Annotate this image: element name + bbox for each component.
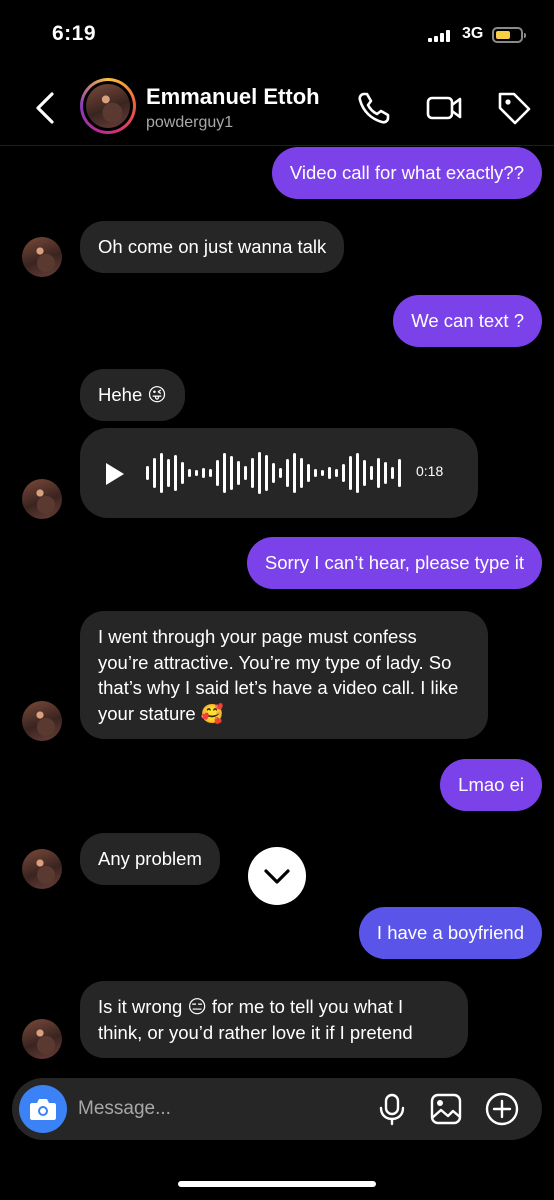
waveform	[146, 452, 401, 494]
waveform-bar	[146, 466, 149, 480]
waveform-bar	[160, 453, 163, 493]
waveform-bar	[216, 460, 219, 486]
waveform-bar	[181, 462, 184, 484]
waveform-bar	[293, 453, 296, 493]
waveform-bar	[286, 459, 289, 487]
waveform-bar	[230, 456, 233, 490]
waveform-bar	[202, 468, 205, 478]
play-icon[interactable]	[104, 461, 126, 487]
voice-message[interactable]: 0:18	[80, 428, 478, 518]
waveform-bar	[328, 467, 331, 479]
waveform-bar	[167, 459, 170, 487]
waveform-bar	[174, 455, 177, 491]
waveform-bar	[153, 458, 156, 488]
waveform-bar	[209, 469, 212, 477]
waveform-bar	[363, 460, 366, 486]
image-icon[interactable]	[428, 1091, 464, 1127]
signal-icon	[428, 30, 456, 42]
message-incoming[interactable]: I went through your page must confess yo…	[80, 611, 488, 739]
waveform-bar	[384, 462, 387, 484]
avatar[interactable]	[22, 1019, 62, 1059]
message-outgoing[interactable]: Sorry I can’t hear, please type it	[246, 537, 542, 589]
waveform-bar	[398, 459, 401, 487]
camera-button[interactable]	[19, 1085, 67, 1133]
message-incoming[interactable]: Hehe 😜	[80, 369, 185, 421]
tag-icon[interactable]	[494, 88, 534, 128]
message-composer	[12, 1078, 542, 1140]
voice-duration: 0:18	[416, 463, 444, 479]
message-outgoing[interactable]: Video call for what exactly??	[271, 147, 542, 199]
battery-icon	[492, 27, 526, 43]
waveform-bar	[349, 456, 352, 490]
waveform-bar	[342, 464, 345, 482]
avatar[interactable]	[22, 479, 62, 519]
waveform-bar	[279, 468, 282, 478]
message-outgoing[interactable]: We can text ?	[393, 295, 542, 347]
status-bar: 6:19 3G	[0, 0, 554, 70]
home-indicator	[178, 1181, 376, 1187]
message-outgoing[interactable]: I have a boyfriend	[358, 907, 542, 959]
waveform-bar	[272, 463, 275, 483]
video-camera-icon[interactable]	[424, 88, 464, 128]
waveform-bar	[307, 464, 310, 482]
message-outgoing[interactable]: Lmao ei	[440, 759, 542, 811]
message-incoming[interactable]: Any problem	[80, 833, 220, 885]
chat-header: Emmanuel Ettoh powderguy1	[0, 70, 554, 146]
waveform-bar	[251, 458, 254, 488]
waveform-bar	[195, 470, 198, 476]
phone-icon[interactable]	[354, 88, 394, 128]
microphone-icon[interactable]	[374, 1091, 410, 1127]
camera-icon	[30, 1099, 56, 1120]
contact-name[interactable]: Emmanuel Ettoh	[146, 84, 320, 110]
waveform-bar	[321, 470, 324, 476]
waveform-bar	[265, 455, 268, 491]
waveform-bar	[335, 469, 338, 477]
chevron-down-icon	[264, 869, 290, 884]
chevron-left-icon[interactable]	[30, 90, 60, 126]
message-incoming[interactable]: Is it wrong 😑 for me to tell you what I …	[80, 981, 468, 1058]
waveform-bar	[377, 458, 380, 488]
avatar[interactable]	[80, 78, 136, 134]
scroll-down-button[interactable]	[248, 847, 306, 905]
avatar[interactable]	[22, 849, 62, 889]
waveform-bar	[391, 467, 394, 479]
message-incoming[interactable]: Oh come on just wanna talk	[80, 221, 345, 273]
waveform-bar	[300, 458, 303, 488]
waveform-bar	[370, 466, 373, 480]
waveform-bar	[244, 466, 247, 480]
contact-username[interactable]: powderguy1	[146, 114, 233, 132]
waveform-bar	[314, 469, 317, 477]
waveform-bar	[258, 452, 261, 494]
avatar[interactable]	[22, 237, 62, 277]
message-input[interactable]	[78, 1092, 358, 1126]
status-time: 6:19	[52, 22, 97, 45]
waveform-bar	[356, 453, 359, 493]
waveform-bar	[223, 453, 226, 493]
waveform-bar	[188, 469, 191, 477]
network-type: 3G	[462, 25, 484, 42]
waveform-bar	[237, 461, 240, 485]
avatar[interactable]	[22, 701, 62, 741]
plus-circle-icon[interactable]	[484, 1091, 520, 1127]
